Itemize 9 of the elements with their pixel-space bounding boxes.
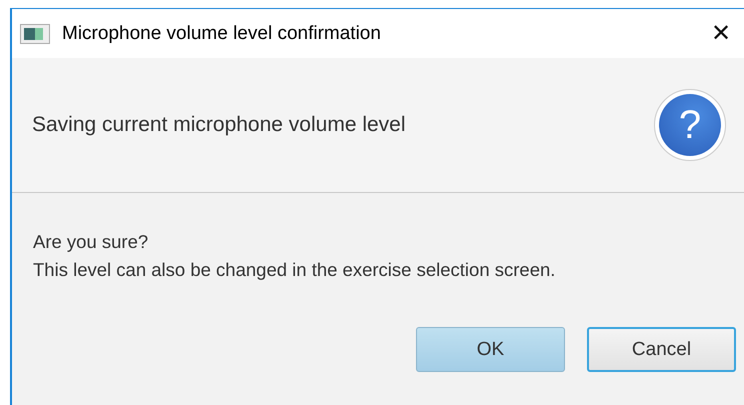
header-text: Saving current microphone volume level (32, 113, 407, 137)
ok-button[interactable]: OK (416, 327, 565, 372)
message-text: This level can also be changed in the exercise selection screen. (33, 259, 556, 281)
app-icon (20, 24, 50, 44)
window-title: Microphone volume level confirmation (62, 22, 382, 44)
cancel-button[interactable]: Cancel (587, 327, 736, 372)
question-icon: ? (654, 89, 726, 161)
close-button[interactable]: ✕ (698, 19, 744, 48)
message-text: Are you sure? (33, 231, 150, 253)
